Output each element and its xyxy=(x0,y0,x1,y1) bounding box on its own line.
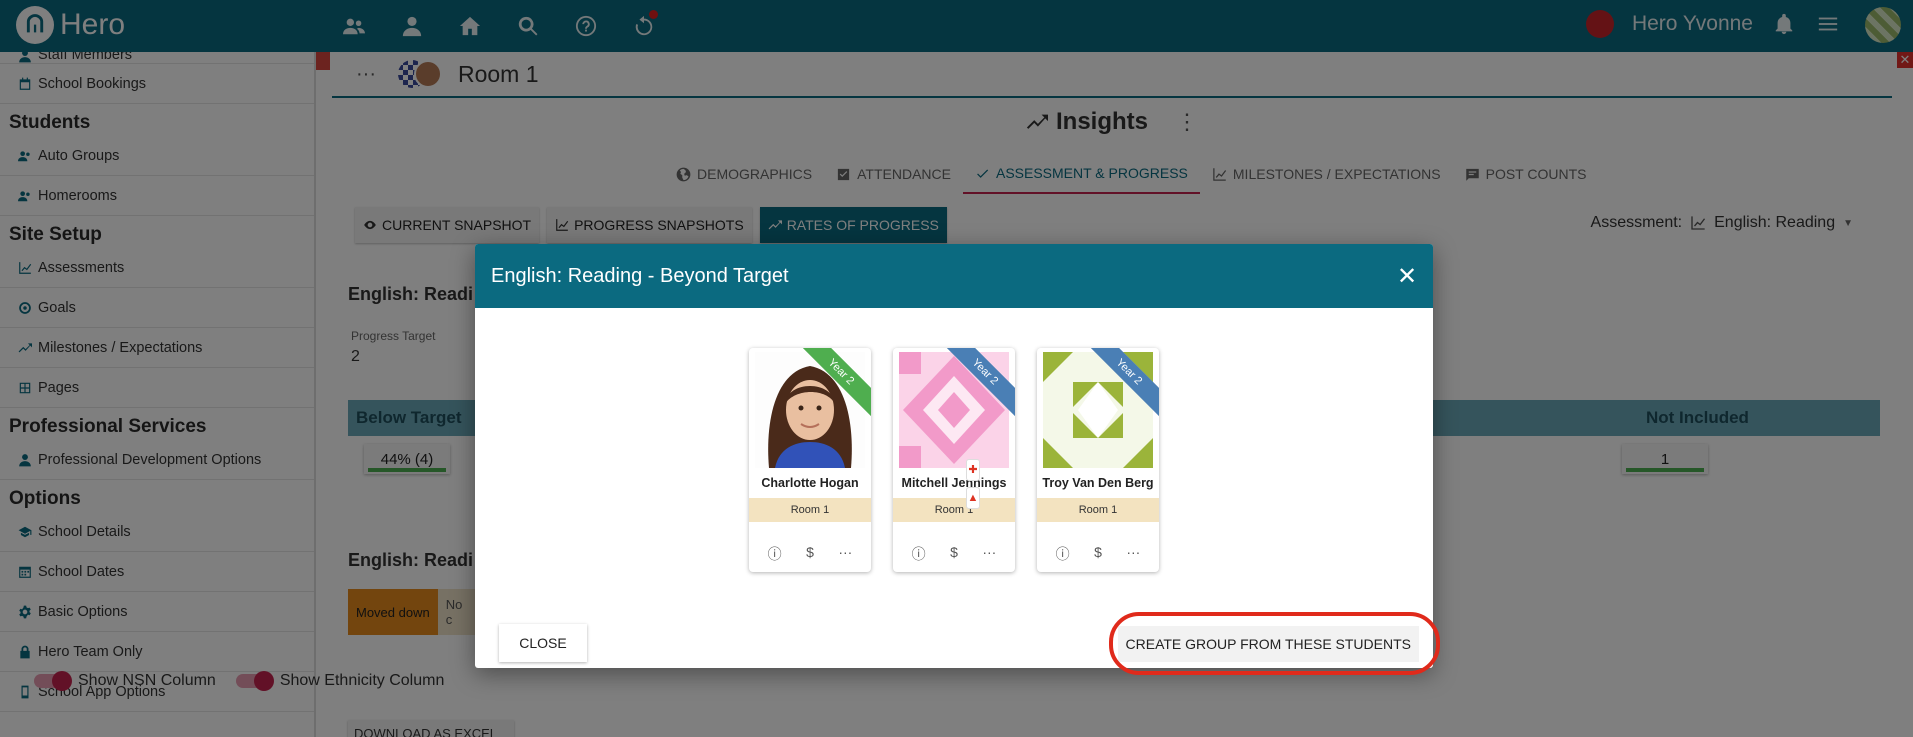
close-button[interactable]: CLOSE xyxy=(499,624,587,662)
more-icon[interactable]: ··· xyxy=(835,544,855,564)
student-room: Room 1 xyxy=(893,498,1015,522)
student-cards: Year 2 Charlotte Hogan Room 1 ⓘ $ ··· Year… xyxy=(749,348,1159,572)
student-name: Charlotte Hogan xyxy=(761,476,859,490)
card-actions: ⓘ $ ··· xyxy=(893,544,1015,564)
student-room: Room 1 xyxy=(749,498,871,522)
card-actions: ⓘ $ ··· xyxy=(749,544,871,564)
medical-icon[interactable]: ✚ xyxy=(966,459,980,481)
alert-icons: ✚ ▲ xyxy=(966,459,980,515)
highlight-circle xyxy=(1109,612,1440,675)
info-icon[interactable]: ⓘ xyxy=(1053,544,1073,564)
dialog-title: English: Reading - Beyond Target xyxy=(491,264,789,287)
student-card[interactable]: Year 2 Mitchell Jennings Room 1 ⓘ $ ··· xyxy=(893,348,1015,572)
student-card[interactable]: Year 2 Charlotte Hogan Room 1 ⓘ $ ··· xyxy=(749,348,871,572)
warning-icon[interactable]: ▲ xyxy=(966,487,980,509)
dollar-icon[interactable]: $ xyxy=(1088,544,1108,564)
students-dialog: English: Reading - Beyond Target ✕ Year … xyxy=(475,244,1433,668)
student-card[interactable]: Year 2 Troy Van Den Berg Room 1 ⓘ $ ··· xyxy=(1037,348,1159,572)
card-actions: ⓘ $ ··· xyxy=(1037,544,1159,564)
more-icon[interactable]: ··· xyxy=(1123,544,1143,564)
student-room: Room 1 xyxy=(1037,498,1159,522)
info-icon[interactable]: ⓘ xyxy=(765,544,785,564)
dollar-icon[interactable]: $ xyxy=(944,544,964,564)
close-icon[interactable]: ✕ xyxy=(1393,262,1421,290)
more-icon[interactable]: ··· xyxy=(979,544,999,564)
dollar-icon[interactable]: $ xyxy=(800,544,820,564)
info-icon[interactable]: ⓘ xyxy=(909,544,929,564)
student-name: Troy Van Den Berg xyxy=(1042,476,1154,490)
student-name: Mitchell Jennings xyxy=(901,476,1007,490)
dialog-header: English: Reading - Beyond Target xyxy=(475,244,1433,308)
